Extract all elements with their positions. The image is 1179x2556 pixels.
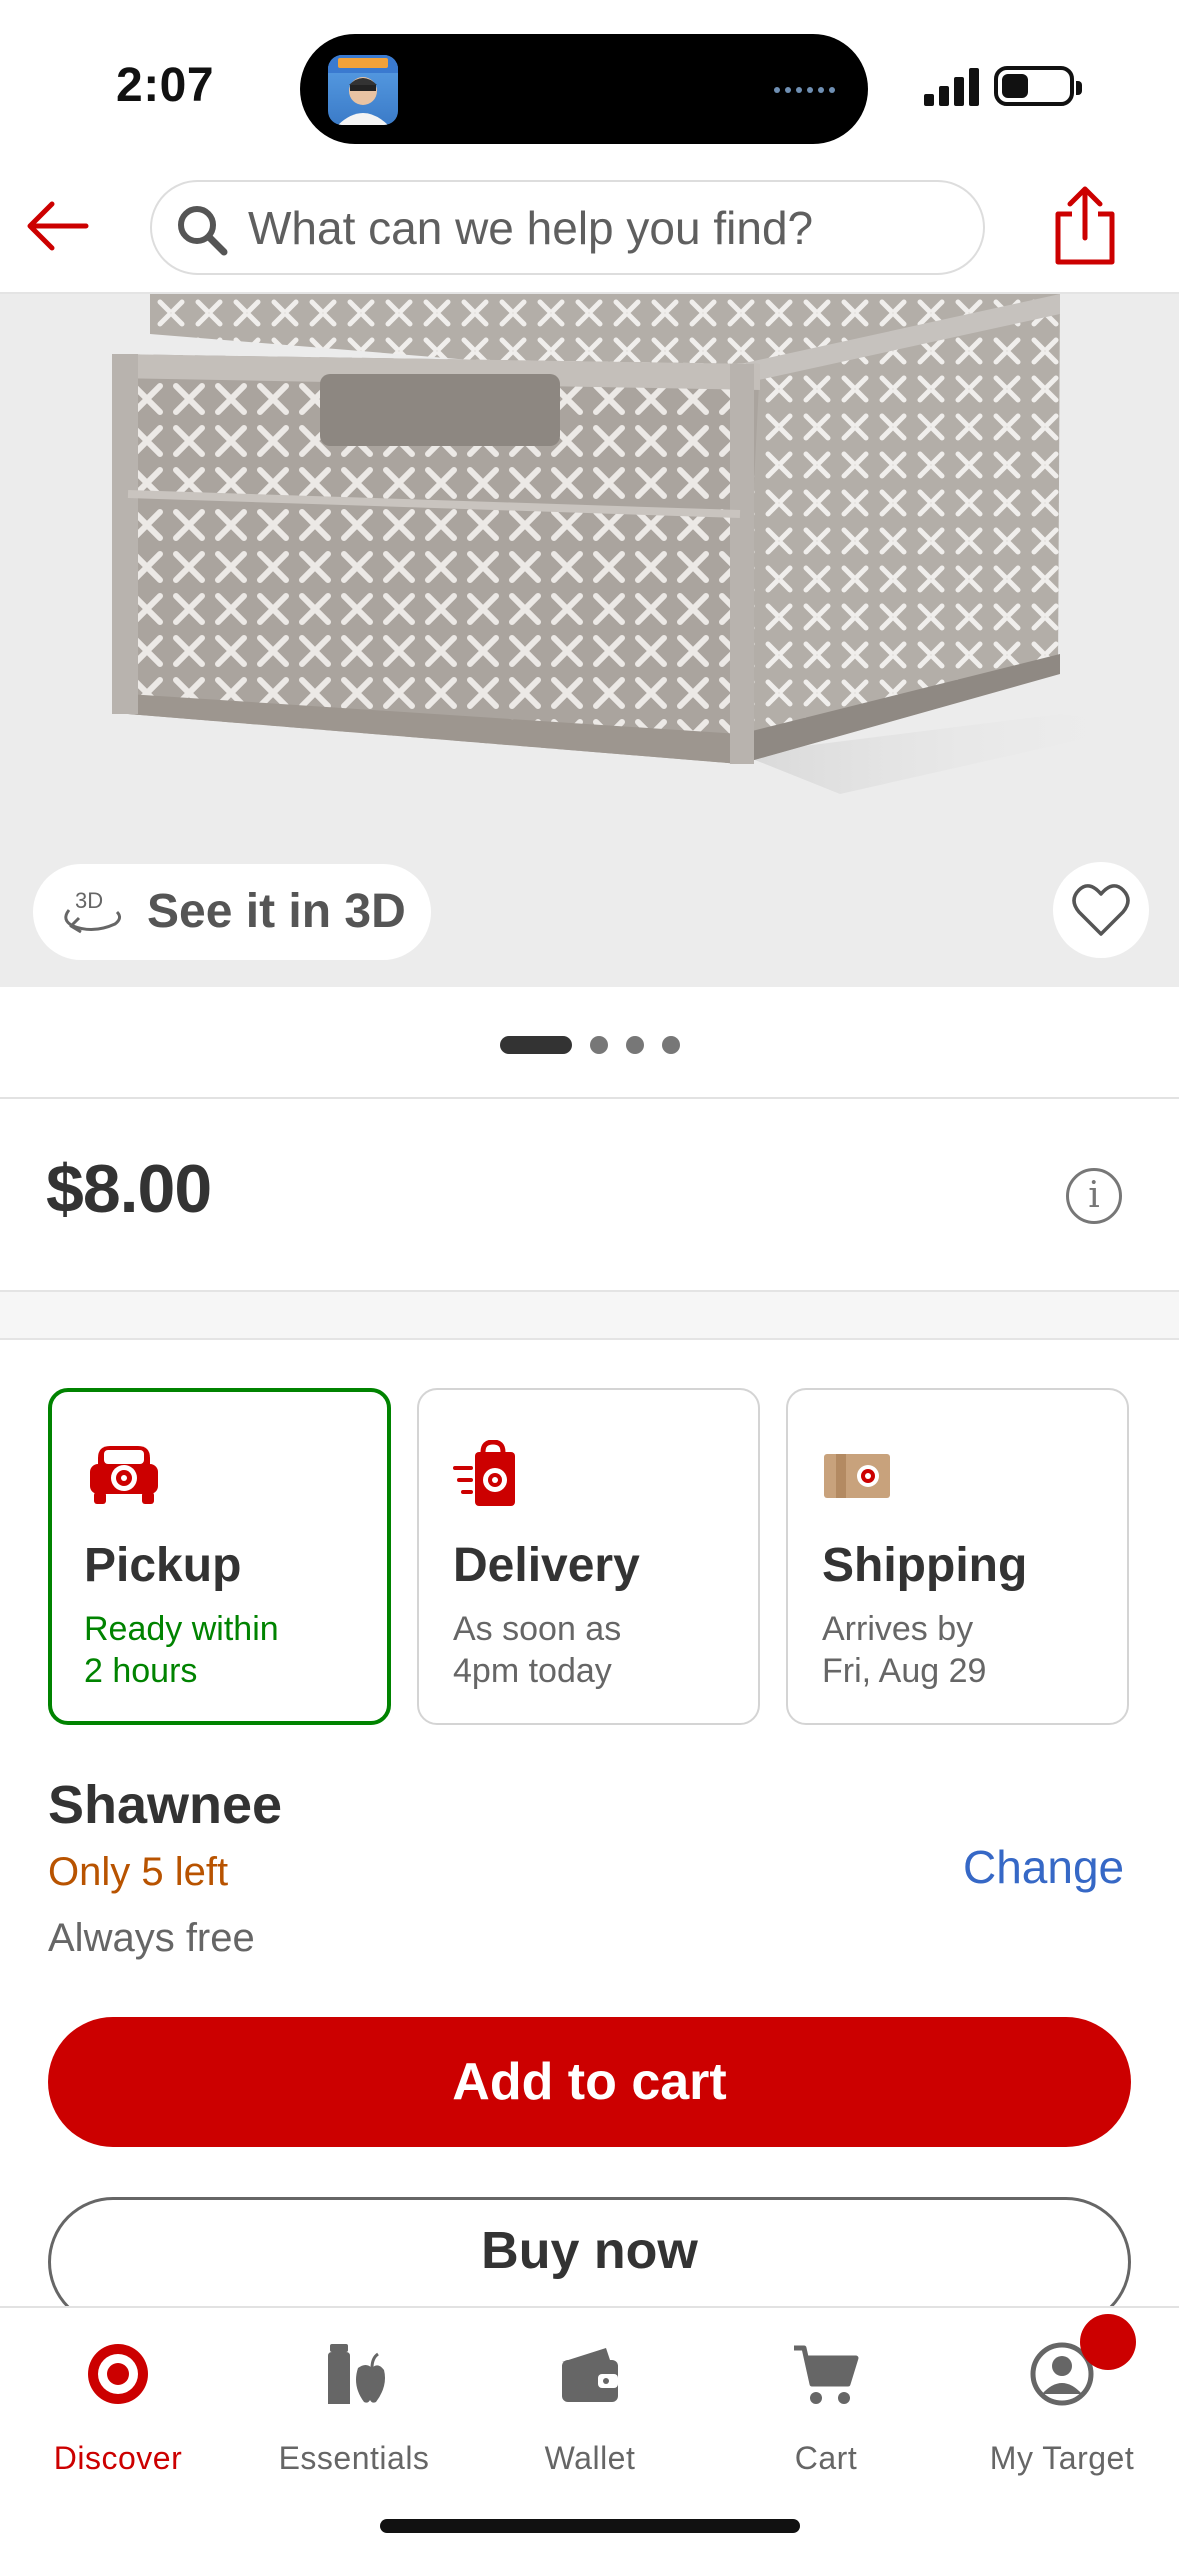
info-icon: i [1088,1175,1100,1216]
arrow-left-icon [27,201,89,251]
product-price: $8.00 [46,1151,212,1227]
cart-icon [794,2345,859,2404]
tab-cart[interactable]: Cart [708,2338,944,2488]
section-separator-band [0,1290,1179,1340]
tab-label: Cart [794,2440,858,2476]
carousel-dot[interactable] [589,1036,608,1054]
pickup-fee-note: Always free [48,1916,255,1960]
share-icon [1055,186,1115,265]
carousel-dot-active[interactable] [499,1036,572,1054]
favorite-button[interactable] [1053,862,1149,958]
stock-status: Only 5 left [48,1850,229,1894]
pickup-car-icon [90,1446,158,1504]
essentials-icon [328,2344,385,2404]
fulfillment-subtitle: Arrives by Fri, Aug 29 [822,1610,987,1690]
fulfillment-subtitle: Ready within 2 hours [84,1610,279,1690]
see-in-3d-button[interactable]: 3D See it in 3D [33,864,431,960]
fulfillment-subtitle: As soon as 4pm today [453,1610,622,1690]
island-activity-indicator [774,87,835,93]
status-time: 2:07 [116,59,215,112]
section-divider [0,1097,1179,1099]
carousel-dot[interactable] [625,1036,644,1054]
search-bar[interactable] [150,180,985,275]
share-button[interactable] [1050,184,1120,268]
tab-discover[interactable]: Discover [0,2338,236,2488]
fulfillment-option-delivery[interactable]: Delivery As soon as 4pm today [417,1388,760,1725]
svg-text:3D: 3D [75,888,103,913]
target-bullseye-icon [88,2344,148,2404]
fulfillment-title: Shipping [822,1539,1028,1592]
see-in-3d-label: See it in 3D [147,885,406,938]
home-indicator[interactable] [380,2519,800,2533]
fulfillment-option-pickup[interactable]: Pickup Ready within 2 hours [48,1388,391,1725]
3d-rotate-icon: 3D [64,888,122,934]
search-icon [178,206,228,256]
tab-label: My Target [989,2440,1135,2476]
store-name: Shawnee [48,1775,283,1835]
heart-icon [1072,884,1130,936]
shipping-box-icon [824,1454,890,1498]
tab-label: Wallet [544,2440,636,2476]
tab-label: Discover [53,2440,183,2476]
tab-wallet[interactable]: Wallet [472,2338,708,2488]
search-input[interactable] [248,200,948,256]
battery-icon [994,66,1082,106]
wallet-icon [562,2348,618,2402]
carousel-dot[interactable] [661,1036,680,1054]
add-to-cart-button[interactable]: Add to cart [48,2017,1131,2147]
delivery-bag-icon [453,1440,515,1506]
tab-label: Essentials [278,2440,430,2476]
image-carousel-pagination[interactable] [0,1030,1179,1060]
fulfillment-title: Delivery [453,1539,640,1592]
fulfillment-title: Pickup [84,1539,242,1592]
change-store-link[interactable]: Change [963,1840,1124,1894]
tab-my-target[interactable]: My Target [944,2338,1179,2488]
price-info-button[interactable]: i [1066,1168,1122,1224]
fulfillment-option-shipping[interactable]: Shipping Arrives by Fri, Aug 29 [786,1388,1129,1725]
tab-essentials[interactable]: Essentials [236,2338,472,2488]
live-activity-avatar [328,55,398,125]
back-button[interactable] [22,190,94,262]
notification-badge [1080,2314,1136,2370]
cellular-signal-icon [924,68,979,106]
